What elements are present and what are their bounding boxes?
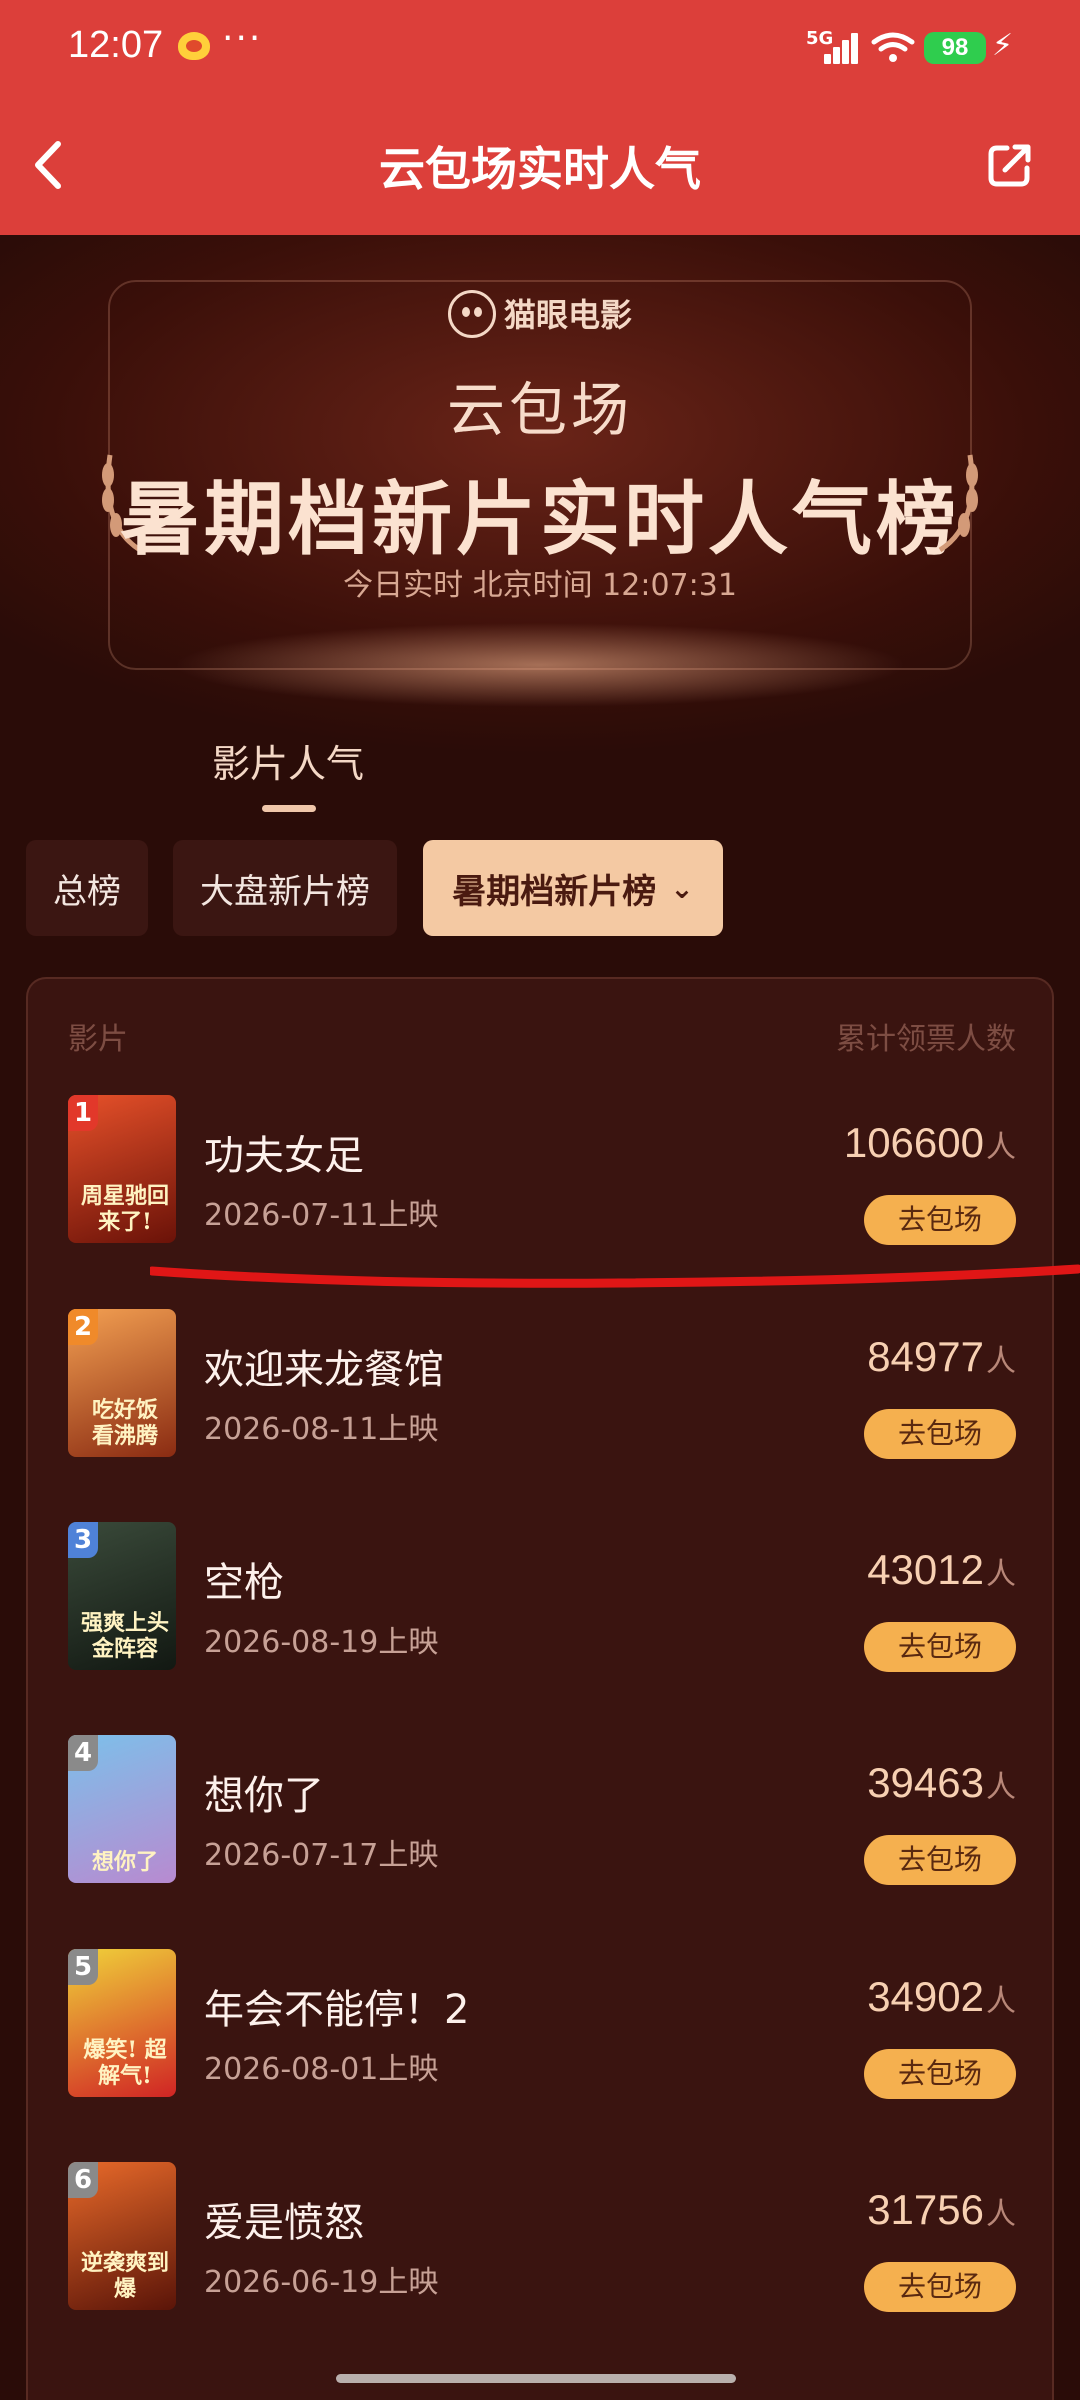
signal-icon (820, 30, 862, 64)
status-time: 12:07 (68, 24, 164, 66)
poster-text: 逆袭爽到爆 (80, 2250, 169, 2302)
poster-text: 周星驰回来了! (80, 1183, 169, 1235)
list-header: 影片 累计领票人数 (68, 1014, 1016, 1058)
battery-level: 98 (924, 32, 986, 64)
ticket-count-value: 106600 (843, 1119, 984, 1166)
release-date: 2026-08-11上映 (204, 1412, 439, 1447)
rank-badge: 4 (68, 1735, 98, 1771)
count-unit: 人 (986, 1345, 1016, 1378)
poster-text: 吃好饭 看沸腾 (91, 1397, 158, 1449)
ticket-count: 43012人 (867, 1546, 1016, 1594)
movie-poster[interactable]: 2 吃好饭 看沸腾 (68, 1309, 176, 1457)
movie-poster[interactable]: 4 想你了 (68, 1735, 176, 1883)
poster-text: 强爽上头 金阵容 (80, 1610, 169, 1662)
list-item[interactable]: 3 强爽上头 金阵容 空枪 2026-08-19上映 43012人 去包场 (68, 1522, 1016, 1682)
ticket-count-value: 31756 (867, 2186, 984, 2233)
home-indicator[interactable] (336, 2374, 736, 2383)
ticket-count: 106600人 (844, 1119, 1016, 1167)
banner-subtitle: 云包场 (446, 376, 633, 444)
ranking-list: 影片 累计领票人数 1 周星驰回来了! 功夫女足 2026-07-11上映 10… (26, 977, 1054, 2400)
charging-icon: ⚡ (992, 28, 1014, 63)
top-bar: 12:07 ··· 5G 98 ⚡ 云包场实时人气 (0, 0, 1080, 235)
filter-label: 大盘新片榜 (200, 871, 370, 912)
movie-poster[interactable]: 3 强爽上头 金阵容 (68, 1522, 176, 1670)
tab-indicator (262, 805, 316, 812)
ticket-count: 34902人 (867, 1973, 1016, 2021)
filter-market-new[interactable]: 大盘新片榜 (173, 840, 397, 936)
rank-badge: 1 (68, 1095, 98, 1131)
weibo-notification-icon (178, 32, 210, 60)
book-screening-button[interactable]: 去包场 (864, 2049, 1016, 2099)
brand-name: 猫眼电影 (503, 296, 632, 334)
movie-title: 想你了 (204, 1773, 324, 1819)
filter-label: 总榜 (53, 871, 121, 912)
ticket-count: 31756人 (867, 2186, 1016, 2234)
list-item[interactable]: 6 逆袭爽到爆 爱是愤怒 2026-06-19上映 31756人 去包场 (68, 2162, 1016, 2322)
header-ticket-count: 累计领票人数 (836, 1022, 1016, 1057)
red-underline-annotation (150, 1264, 1080, 1288)
release-date: 2026-08-19上映 (204, 1625, 439, 1660)
movie-title: 功夫女足 (204, 1133, 364, 1179)
release-date: 2026-07-11上映 (204, 1198, 439, 1233)
count-unit: 人 (986, 1131, 1016, 1164)
ticket-count-value: 43012 (867, 1546, 984, 1593)
movie-title: 欢迎来龙餐馆 (204, 1347, 444, 1393)
count-unit: 人 (986, 1558, 1016, 1591)
filter-summer-new[interactable]: 暑期档新片榜 ⌄ (423, 840, 723, 936)
rank-badge: 2 (68, 1309, 98, 1345)
ticket-count-value: 39463 (867, 1759, 984, 1806)
book-screening-button[interactable]: 去包场 (864, 1409, 1016, 1459)
release-date: 2026-07-17上映 (204, 1838, 439, 1873)
filter-label: 暑期档新片榜 (452, 871, 657, 912)
list-item[interactable]: 5 爆笑! 超解气! 年会不能停！2 2026-08-01上映 34902人 去… (68, 1949, 1016, 2109)
poster-text: 想你了 (91, 1849, 158, 1875)
release-date: 2026-06-19上映 (204, 2265, 439, 2300)
rank-badge: 3 (68, 1522, 98, 1558)
count-unit: 人 (986, 1985, 1016, 2018)
status-bar: 12:07 ··· 5G 98 ⚡ (0, 0, 1080, 100)
movie-title: 年会不能停！2 (204, 1987, 470, 2033)
book-screening-button[interactable]: 去包场 (864, 2262, 1016, 2312)
maoyan-cat-icon (447, 290, 496, 338)
count-unit: 人 (986, 2198, 1016, 2231)
list-item[interactable]: 1 周星驰回来了! 功夫女足 2026-07-11上映 106600人 去包场 (68, 1095, 1016, 1255)
share-icon[interactable] (985, 140, 1035, 190)
movie-title: 空枪 (204, 1560, 284, 1606)
ticket-count: 39463人 (867, 1759, 1016, 1807)
ticket-count-value: 84977 (867, 1333, 984, 1380)
list-item[interactable]: 2 吃好饭 看沸腾 欢迎来龙餐馆 2026-08-11上映 84977人 去包场 (68, 1309, 1016, 1469)
movie-poster[interactable]: 6 逆袭爽到爆 (68, 2162, 176, 2310)
realtime-timestamp: 今日实时 北京时间 12:07:31 (343, 568, 737, 603)
tab-movie-popularity[interactable]: 影片人气 (212, 733, 364, 788)
list-item[interactable]: 4 想你了 想你了 2026-07-17上映 39463人 去包场 (68, 1735, 1016, 1895)
movie-title: 爱是愤怒 (204, 2200, 364, 2246)
more-notifications-icon: ··· (222, 18, 263, 59)
book-screening-button[interactable]: 去包场 (864, 1835, 1016, 1885)
wifi-icon (871, 32, 915, 62)
ranking-banner: 猫眼电影 云包场 暑期档新片实时人气榜 今日实时 北京时间 12:07:31 (0, 235, 1080, 815)
poster-text: 爆笑! 超解气! (83, 2037, 167, 2089)
banner-title: 暑期档新片实时人气榜 (120, 473, 960, 566)
count-unit: 人 (986, 1771, 1016, 1804)
movie-poster[interactable]: 5 爆笑! 超解气! (68, 1949, 176, 2097)
chevron-down-icon: ⌄ (670, 871, 694, 905)
book-screening-button[interactable]: 去包场 (864, 1622, 1016, 1672)
release-date: 2026-08-01上映 (204, 2052, 439, 2087)
rank-badge: 6 (68, 2162, 98, 2198)
ticket-count: 84977人 (867, 1333, 1016, 1381)
brand-logo: 猫眼电影 (0, 290, 1080, 341)
filter-total[interactable]: 总榜 (26, 840, 148, 936)
laurel-right-icon (938, 454, 978, 553)
ticket-count-value: 34902 (867, 1973, 984, 2020)
page-title: 云包场实时人气 (379, 142, 701, 196)
header-movie: 影片 (68, 1022, 128, 1057)
book-screening-button[interactable]: 去包场 (864, 1195, 1016, 1245)
movie-poster[interactable]: 1 周星驰回来了! (68, 1095, 176, 1243)
rank-badge: 5 (68, 1949, 98, 1985)
